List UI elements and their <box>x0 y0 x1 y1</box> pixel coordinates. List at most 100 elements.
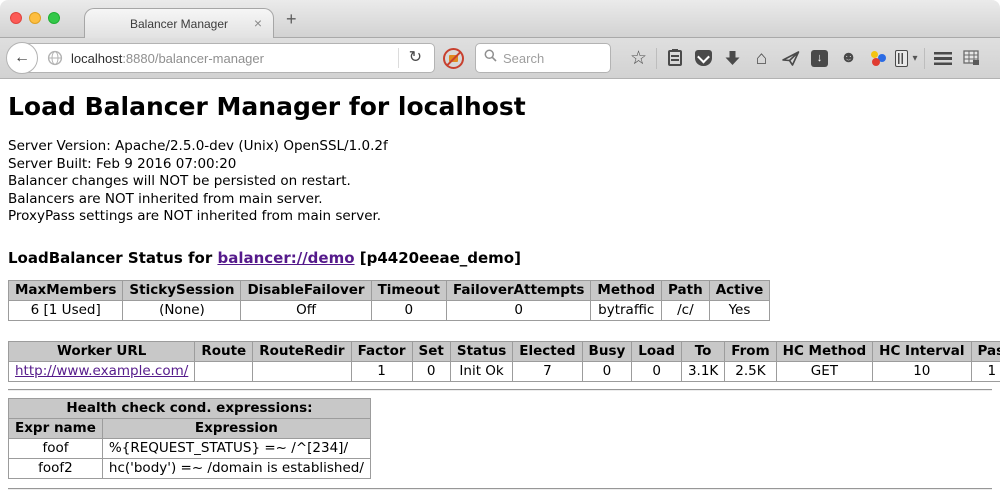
zoom-window-button[interactable] <box>48 12 60 24</box>
cell-method: bytraffic <box>591 300 662 320</box>
col-method: Method <box>591 280 662 300</box>
col-disablefailover: DisableFailover <box>241 280 371 300</box>
url-path: :8880/balancer-manager <box>122 51 264 66</box>
balancer-demo-link[interactable]: balancer://demo <box>217 249 354 267</box>
search-icon <box>484 49 497 67</box>
minimize-window-button[interactable] <box>29 12 41 24</box>
grid-addon-icon[interactable] <box>957 43 986 73</box>
cell-routeredir <box>253 361 351 381</box>
cell-load: 0 <box>632 361 682 381</box>
search-input[interactable] <box>503 51 602 66</box>
menu-hamburger-icon[interactable] <box>928 43 957 73</box>
cell-expression: hc('body') =~ /domain is established/ <box>102 458 370 478</box>
balancer-settings-table: MaxMembers StickySession DisableFailover… <box>8 280 770 321</box>
col-stickysession: StickySession <box>123 280 241 300</box>
dropdown-caret-icon: ▾ <box>912 53 917 64</box>
url-bar[interactable]: localhost:8880/balancer-manager ↻ <box>20 43 435 73</box>
search-bar[interactable] <box>475 43 611 73</box>
urlbar-divider <box>398 48 399 68</box>
back-arrow-icon: ← <box>14 49 30 67</box>
health-table-title: Health check cond. expressions: <box>9 398 371 418</box>
server-built-line: Server Built: Feb 9 2016 07:00:20 <box>8 156 992 174</box>
page-bottom-rule <box>8 488 992 490</box>
toolbar-divider <box>924 48 925 69</box>
col-elected: Elected <box>513 341 582 361</box>
cell-expression: %{REQUEST_STATUS} =~ /^[234]/ <box>102 438 370 458</box>
home-icon[interactable]: ⌂ <box>747 43 776 73</box>
clipboard-icon <box>668 50 682 66</box>
col-passes: Passes <box>971 341 1000 361</box>
status-heading-prefix: LoadBalancer Status for <box>8 249 217 267</box>
plugin-blocked-icon[interactable] <box>443 48 464 69</box>
cell-hc-method: GET <box>776 361 873 381</box>
section-divider <box>8 389 992 391</box>
table-row: foof2 hc('body') =~ /domain is establish… <box>9 458 371 478</box>
worker-status-table: Worker URL Route RouteRedir Factor Set S… <box>8 341 1000 382</box>
col-set: Set <box>412 341 450 361</box>
page-content: Load Balancer Manager for localhost Serv… <box>0 79 1000 490</box>
cell-path: /c/ <box>662 300 710 320</box>
table-header-row: Worker URL Route RouteRedir Factor Set S… <box>9 341 1000 361</box>
table-title-row: Health check cond. expressions: <box>9 398 371 418</box>
reload-button[interactable]: ↻ <box>401 50 430 66</box>
toolbar-icons: ☆ ⌂ ↓ ☻ ▾ <box>624 43 986 73</box>
worker-row: http://www.example.com/ 1 0 Init Ok 7 0 … <box>9 361 1000 381</box>
addon-download-icon[interactable]: ↓ <box>805 43 834 73</box>
health-check-table: Health check cond. expressions: Expr nam… <box>8 398 371 479</box>
loadbalancer-status-heading: LoadBalancer Status for balancer://demo … <box>8 249 992 267</box>
page-title: Load Balancer Manager for localhost <box>8 92 992 121</box>
worker-url-link[interactable]: http://www.example.com/ <box>15 363 188 379</box>
send-page-icon[interactable] <box>776 43 805 73</box>
col-active: Active <box>709 280 770 300</box>
status-heading-suffix: [p4420eeae_demo] <box>355 249 521 267</box>
col-hc-interval: HC Interval <box>873 341 971 361</box>
cell-route <box>195 361 253 381</box>
col-timeout: Timeout <box>371 280 446 300</box>
sidebar-panel-icon[interactable]: ▾ <box>892 43 921 73</box>
feedback-smiley-icon[interactable]: ☻ <box>834 43 863 73</box>
cell-expr-name: foof2 <box>9 458 103 478</box>
close-window-button[interactable] <box>10 12 22 24</box>
pocket-icon[interactable] <box>689 43 718 73</box>
cell-failoverattempts: 0 <box>447 300 591 320</box>
col-status: Status <box>450 341 512 361</box>
cell-timeout: 0 <box>371 300 446 320</box>
tab-close-icon[interactable]: × <box>254 16 262 30</box>
persist-notice-line: Balancer changes will NOT be persisted o… <box>8 173 992 191</box>
globe-icon <box>47 50 63 66</box>
col-expr-name: Expr name <box>9 418 103 438</box>
col-busy: Busy <box>582 341 632 361</box>
back-button[interactable]: ← <box>6 42 38 74</box>
col-factor: Factor <box>351 341 412 361</box>
col-hc-method: HC Method <box>776 341 873 361</box>
window-controls <box>10 12 60 24</box>
color-dots-addon-icon[interactable] <box>863 43 892 73</box>
col-maxmembers: MaxMembers <box>9 280 123 300</box>
table-header-row: MaxMembers StickySession DisableFailover… <box>9 280 770 300</box>
server-version-line: Server Version: Apache/2.5.0-dev (Unix) … <box>8 138 992 156</box>
browser-window: Balancer Manager × + ← localhost:8880/ba… <box>0 0 1000 491</box>
col-routeredir: RouteRedir <box>253 341 351 361</box>
col-expression: Expression <box>102 418 370 438</box>
cell-to: 3.1K <box>681 361 724 381</box>
col-to: To <box>681 341 724 361</box>
cell-from: 2.5K <box>725 361 776 381</box>
tab-bar: Balancer Manager × + <box>0 0 1000 38</box>
toolbar-divider <box>656 48 657 69</box>
bookmarks-menu-icon[interactable] <box>660 43 689 73</box>
cell-disablefailover: Off <box>241 300 371 320</box>
cell-busy: 0 <box>582 361 632 381</box>
col-path: Path <box>662 280 710 300</box>
url-domain: localhost <box>71 51 122 66</box>
url-text: localhost:8880/balancer-manager <box>71 51 264 66</box>
cell-hc-interval: 10 <box>873 361 971 381</box>
navigation-toolbar: ← localhost:8880/balancer-manager ↻ <box>0 38 1000 79</box>
table-row: foof %{REQUEST_STATUS} =~ /^[234]/ <box>9 438 371 458</box>
cell-status: Init Ok <box>450 361 512 381</box>
bookmark-star-icon[interactable]: ☆ <box>624 43 653 73</box>
col-failoverattempts: FailoverAttempts <box>447 280 591 300</box>
cell-elected: 7 <box>513 361 582 381</box>
new-tab-button[interactable]: + <box>286 9 297 30</box>
downloads-icon[interactable] <box>718 43 747 73</box>
tab-balancer-manager[interactable]: Balancer Manager × <box>84 8 274 38</box>
